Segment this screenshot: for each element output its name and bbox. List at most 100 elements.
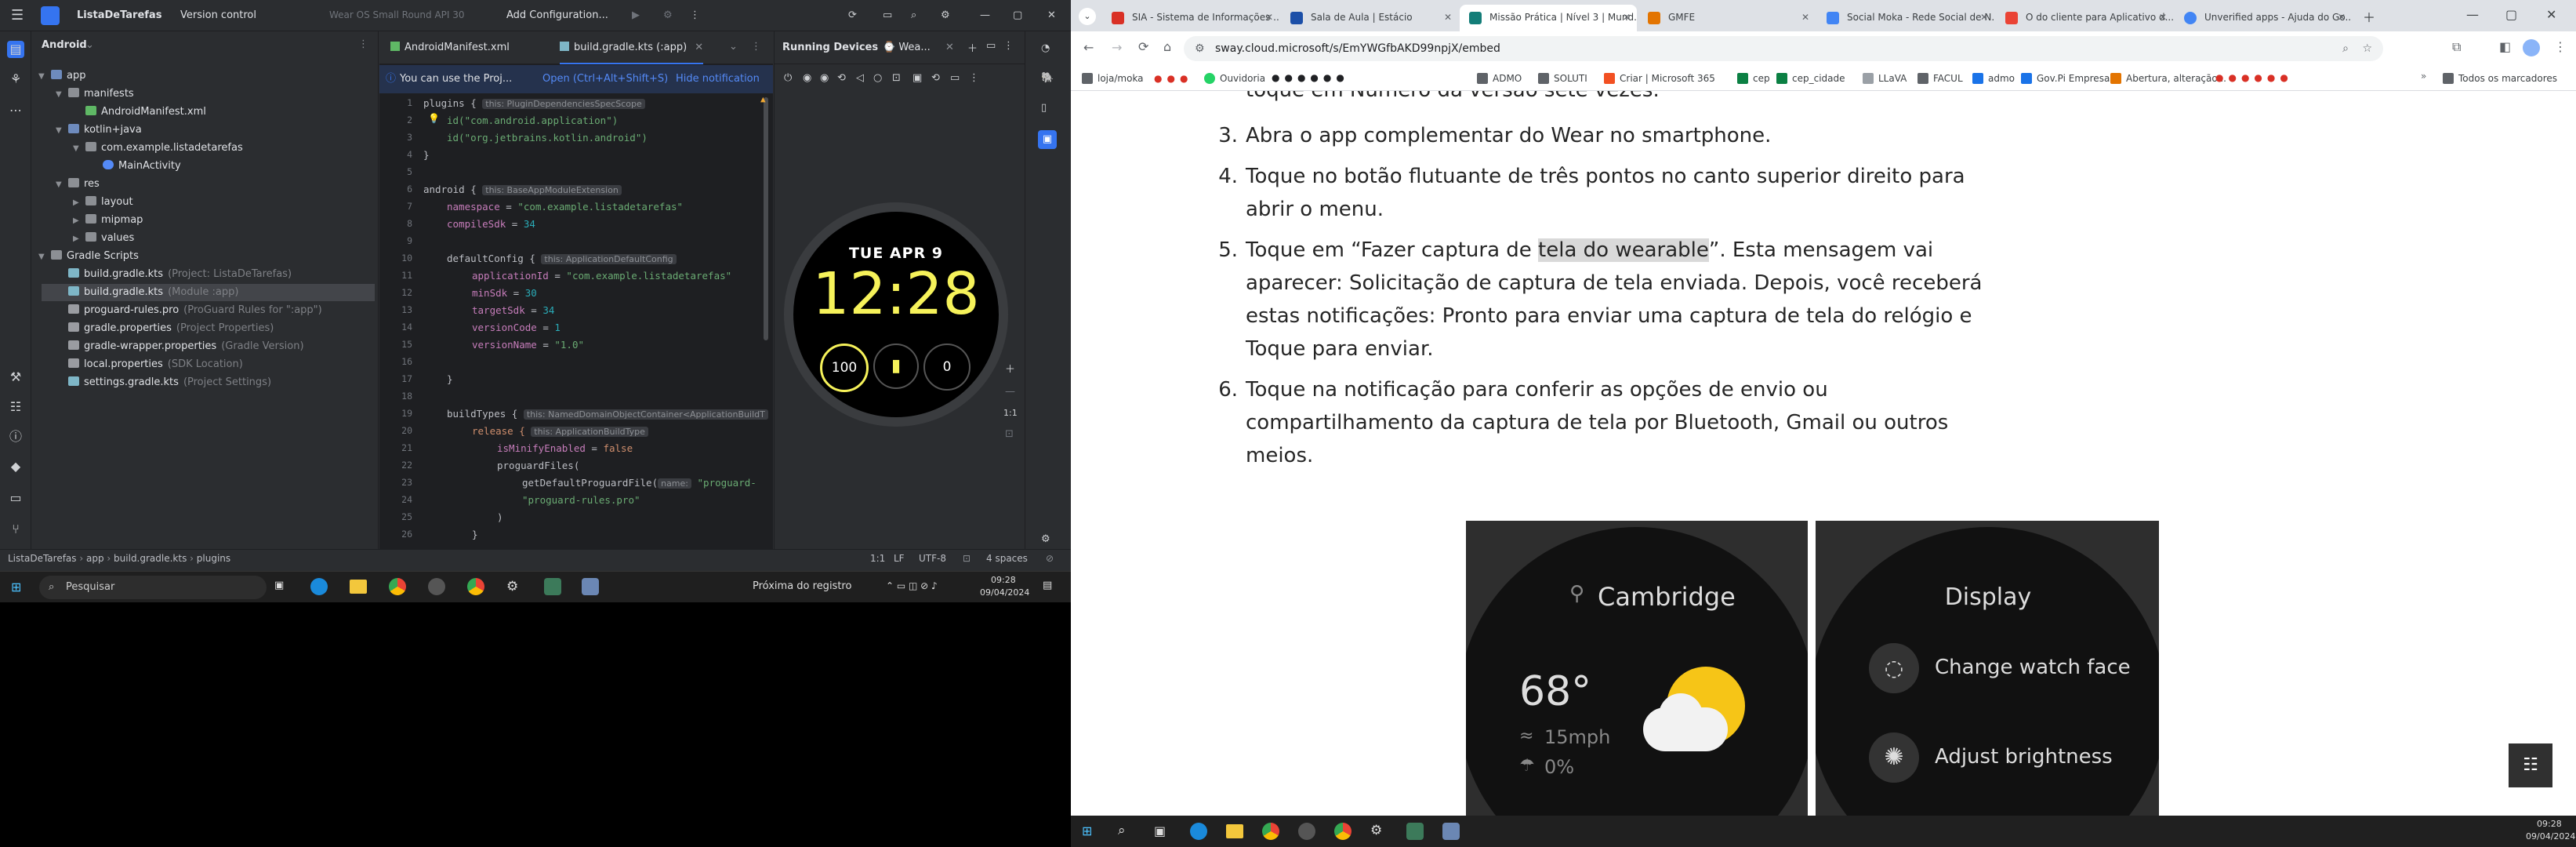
bookmark-ouvidoria[interactable]: Ouvidoria [1204,71,1265,85]
tree-item-build-project[interactable]: build.gradle.kts (Project: ListaDeTarefas… [68,266,292,283]
taskbar-search[interactable]: ⌕ Pesquisar [39,576,267,599]
close-icon[interactable]: ✕ [2546,7,2556,22]
app-inspection-icon[interactable]: ◆ [7,458,24,475]
volume-up-icon[interactable]: ◉ [803,72,811,84]
panel-options-icon[interactable]: ⋮ [1003,40,1014,52]
tree-item-app[interactable]: ▼ app [38,67,85,85]
debug-icon[interactable]: ⚙ [663,9,673,21]
power-icon[interactable]: ⏻ [784,72,792,84]
file-encoding[interactable]: UTF-8 [919,550,946,567]
tree-item-gradle-properties[interactable]: gradle.properties (Project Properties) [68,320,274,337]
bookmark-cep-cidade[interactable]: cep_cidade [1776,71,1845,85]
bookmark-admo[interactable]: ADMO [1477,71,1522,85]
tree-item-mainactivity[interactable]: MainActivity [103,158,181,175]
breadcrumb-project[interactable]: ListaDeTarefas [8,553,77,564]
android-studio-icon[interactable] [544,578,561,595]
volume-down-icon[interactable]: ◉ [820,72,829,84]
windows-start-icon[interactable]: ⊞ [11,580,21,594]
open-structure-link[interactable]: Open (Ctrl+Alt+Shift+S) [542,65,668,93]
git-icon[interactable]: ⑂ [7,521,24,538]
app-icon[interactable] [1298,823,1315,840]
weather-text[interactable]: Próxima do registro [753,580,851,592]
warning-icon[interactable]: ▲ [760,94,766,104]
search-icon[interactable]: ⌕ [1118,823,1126,838]
chrome-profile-icon[interactable] [1334,823,1351,840]
add-device-icon[interactable]: ＋ [967,40,978,55]
cursor-position[interactable]: 1:1 [870,550,885,567]
gradle-icon[interactable]: 🐘 [1041,72,1054,84]
tree-item-local-properties[interactable]: local.properties (SDK Location) [68,356,243,373]
vcs-menu[interactable]: Version control [180,9,256,21]
tree-item-proguard[interactable]: proguard-rules.pro (ProGuard Rules for ":… [68,302,322,319]
more-tools-icon[interactable]: ⋯ [7,102,24,119]
tree-item-wrapper-properties[interactable]: gradle-wrapper.properties (Gradle Version… [68,338,304,355]
close-tab-icon[interactable]: ✕ [1801,5,1809,30]
zoom-in-icon[interactable]: ＋ [1005,361,1015,376]
task-view-icon[interactable]: ▣ [1154,823,1166,838]
chrome-menu-icon[interactable]: ⋮ [2554,39,2567,54]
home-icon[interactable]: ⌂ [1163,39,1171,54]
sway-page-content[interactable]: toque em Número da versão sete vezes. 3.… [1071,91,2576,816]
chrome-profile-icon[interactable] [467,578,484,595]
windows-start-icon[interactable]: ⊞ [1082,823,1092,838]
bookmark-loja-moka[interactable]: loja/moka [1082,71,1144,85]
navigation-menu-button[interactable]: ☷ [2509,743,2552,787]
watch-emulator[interactable]: TUE APR 9 12:28 100 ▮ 0 [784,202,1008,427]
bookmark-icons-group-3[interactable]: ●●●●●● [2215,72,2293,83]
close-tab-icon[interactable]: ✕ [1623,5,1631,30]
close-tab-icon[interactable]: ✕ [1265,5,1273,30]
watch-face[interactable]: TUE APR 9 12:28 100 ▮ 0 [793,212,999,417]
record-icon[interactable]: ▣ [912,72,922,84]
bookmark-gov-pi[interactable]: Gov.Pi Empresas [2021,71,2115,85]
close-icon[interactable]: ✕ [1047,9,1056,21]
more-icon[interactable]: ⋮ [690,9,700,21]
back-icon[interactable]: ← [1083,40,1094,55]
options-icon[interactable]: ⋮ [358,38,368,50]
close-tab-icon[interactable]: ✕ [1980,5,1988,30]
back-icon[interactable]: ◁ [856,72,864,84]
tree-item-settings-gradle[interactable]: settings.gradle.kts (Project Settings) [68,374,271,391]
hide-notification-link[interactable]: Hide notification [676,65,760,93]
tree-item-values[interactable]: ▶ values [73,230,134,247]
project-selector[interactable] [41,6,60,25]
file-explorer-icon[interactable] [1226,824,1243,838]
bookmark-icons-group-2[interactable]: ●●●●●● [1272,72,1349,83]
search-icon[interactable]: ⌕ [911,9,916,21]
bookmark-icons-group[interactable]: ●●● [1154,73,1192,84]
phone-battery-complication[interactable]: ▮ [873,344,919,389]
bulb-icon[interactable]: 💡 [428,113,440,124]
device-selector[interactable]: Wear OS Small Round API 30 [329,9,465,20]
running-devices-icon[interactable]: ▣ [1038,130,1057,149]
tree-item-res[interactable]: ▼ res [56,176,100,193]
breadcrumb-file[interactable]: build.gradle.kts [114,553,187,564]
screenshot-icon[interactable]: ⊡ [892,72,901,84]
clock-time[interactable]: 09:28 [2537,819,2562,829]
clock-time[interactable]: 09:28 [991,575,1016,585]
close-device-tab-icon[interactable]: ✕ [945,42,954,53]
minimize-icon[interactable]: — [2466,7,2479,22]
side-panel-icon[interactable]: ◧ [2499,39,2511,54]
emulator-app-icon[interactable] [582,578,599,595]
android-studio-icon[interactable] [1406,823,1424,840]
tab-search-icon[interactable]: ⌄ [1079,8,1096,25]
tree-item-kotlin[interactable]: ▼ kotlin+java [56,122,142,139]
profile-avatar[interactable] [2523,39,2540,56]
device-manager-icon[interactable]: ▭ [883,9,892,21]
chrome-icon[interactable] [389,578,406,595]
clock-date[interactable]: 09/04/2024 [2526,831,2575,842]
project-name[interactable]: ListaDeTarefas [77,9,161,21]
minimize-icon[interactable]: — [980,9,990,21]
resource-manager-icon[interactable]: ⚘ [7,71,24,88]
edge-icon[interactable] [1190,823,1207,840]
bookmarks-overflow-icon[interactable]: » [2421,71,2426,82]
zoom-out-icon[interactable]: — [1005,386,1015,398]
bookmark-cep[interactable]: cep [1737,71,1770,85]
close-tab-icon[interactable]: ✕ [2338,5,2346,30]
snapshot-icon[interactable]: ⟲ [931,72,940,84]
line-separator[interactable]: LF [894,550,905,567]
tree-item-manifests[interactable]: ▼ manifests [56,85,134,103]
tab-social-moka[interactable]: Social Moka - Rede Social de N... ✕ [1817,5,1994,31]
new-tab-icon[interactable]: ＋ [2363,7,2375,26]
tab-build-gradle[interactable]: build.gradle.kts (:app) ✕ [560,31,704,64]
extensions-icon[interactable]: ⧉ [2452,39,2461,55]
